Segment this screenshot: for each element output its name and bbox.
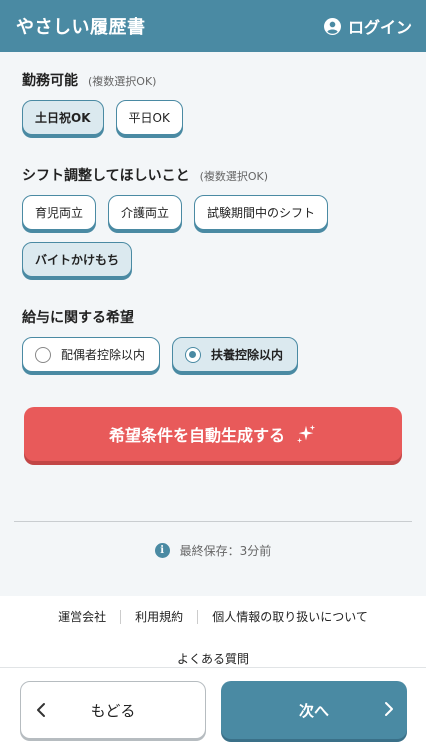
- save-status: i 最終保存：3分前: [0, 542, 426, 559]
- shift-option-multiple-jobs[interactable]: バイトかけもち: [22, 242, 133, 277]
- availability-options: 土日祝OK 平日OK: [22, 100, 414, 135]
- footer-link-company[interactable]: 運営会社: [58, 608, 106, 625]
- footer-link-privacy[interactable]: 個人情報の取り扱いについて: [212, 608, 368, 625]
- save-status-text: 最終保存：3分前: [179, 544, 272, 558]
- shift-option-nursing-care[interactable]: 介護両立: [108, 195, 183, 230]
- divider: [14, 521, 412, 522]
- back-button-label: もどる: [90, 701, 136, 720]
- radio-unchecked-icon: [35, 346, 51, 363]
- radio-checked-icon: [185, 346, 202, 363]
- shift-options: 育児両立 介護両立 試験期間中のシフト バイトかけもち: [22, 195, 414, 277]
- shift-option-childcare[interactable]: 育児両立: [22, 195, 97, 230]
- chevron-right-icon: [385, 702, 393, 716]
- footer-link-faq[interactable]: よくある質問: [0, 650, 426, 667]
- next-button[interactable]: 次へ: [221, 681, 407, 739]
- salary-header: 給与に関する希望: [22, 307, 414, 327]
- sparkle-icon: [296, 424, 316, 444]
- availability-section: 勤務可能 (複数選択OK) 土日祝OK 平日OK: [22, 70, 414, 135]
- salary-option-spouse-deduction[interactable]: 配偶者控除以内: [22, 337, 161, 372]
- salary-title: 給与に関する希望: [22, 310, 134, 326]
- footer-separator: [197, 609, 199, 624]
- shift-section: シフト調整してほしいこと (複数選択OK) 育児両立 介護両立 試験期間中のシフ…: [22, 165, 414, 277]
- salary-option-label: 配偶者控除以内: [61, 348, 146, 362]
- availability-title: 勤務可能: [22, 73, 78, 89]
- shift-header: シフト調整してほしいこと (複数選択OK): [22, 165, 414, 185]
- salary-options: 配偶者控除以内 扶養控除以内: [22, 337, 414, 372]
- info-icon: i: [154, 543, 170, 558]
- bottom-nav-bar: もどる 次へ: [0, 667, 426, 751]
- login-label: ログイン: [347, 18, 412, 37]
- availability-option-weekday[interactable]: 平日OK: [115, 100, 183, 135]
- footer-link-terms[interactable]: 利用規約: [135, 608, 183, 625]
- salary-section: 給与に関する希望 配偶者控除以内 扶養控除以内: [22, 307, 414, 372]
- salary-option-label: 扶養控除以内: [211, 348, 284, 362]
- app-header: やさしい履歴書 ログイン: [0, 0, 426, 52]
- shift-option-exam-period[interactable]: 試験期間中のシフト: [194, 195, 329, 230]
- back-button[interactable]: もどる: [20, 681, 206, 739]
- app-title: やさしい履歴書: [16, 17, 146, 38]
- login-button[interactable]: ログイン: [323, 14, 412, 38]
- next-button-label: 次へ: [298, 701, 329, 720]
- form-area: 勤務可能 (複数選択OK) 土日祝OK 平日OK シフト調整してほしいこと (複…: [0, 52, 426, 596]
- user-icon: [323, 17, 341, 35]
- footer-links: 運営会社 利用規約 個人情報の取り扱いについて: [0, 608, 426, 625]
- shift-title: シフト調整してほしいこと: [22, 168, 190, 184]
- generate-button-label: 希望条件を自動生成する: [108, 426, 285, 445]
- generate-conditions-button[interactable]: 希望条件を自動生成する: [24, 407, 402, 461]
- shift-note: (複数選択OK): [199, 170, 269, 183]
- chevron-left-icon: [37, 703, 45, 717]
- availability-header: 勤務可能 (複数選択OK): [22, 70, 414, 90]
- salary-option-dependent-deduction[interactable]: 扶養控除以内: [172, 337, 299, 372]
- footer-separator: [120, 609, 122, 624]
- availability-note: (複数選択OK): [88, 75, 157, 88]
- availability-option-weekend[interactable]: 土日祝OK: [22, 100, 104, 135]
